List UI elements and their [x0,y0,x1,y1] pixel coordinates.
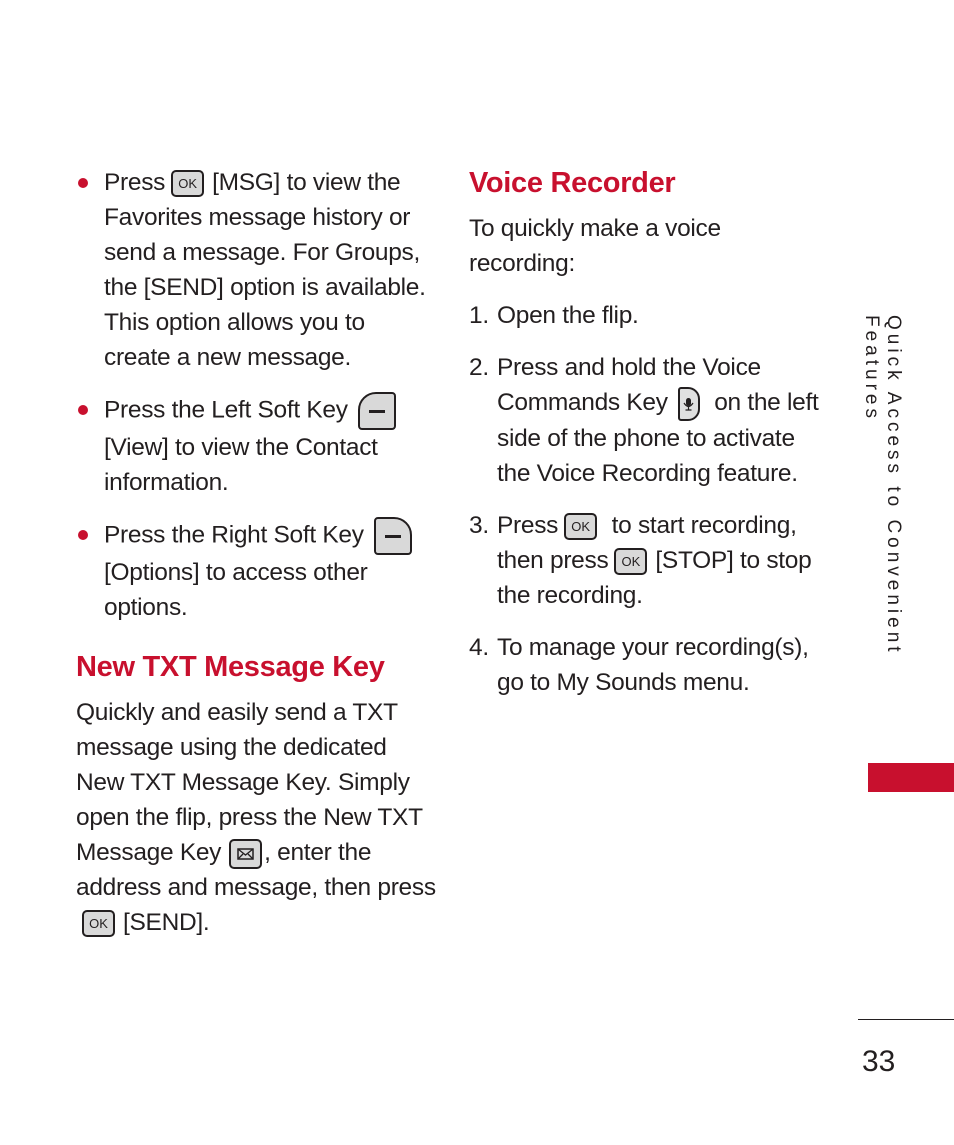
bullet-dot [78,405,88,415]
view-key-label: [View] [104,434,169,461]
bullet-dot [78,178,88,188]
paragraph-text: . [202,909,210,936]
new-txt-paragraph: Quickly and easily send a TXT message us… [76,695,436,940]
page-number: 33 [862,1045,896,1078]
section-heading-new-txt: New TXT Message Key [76,651,385,683]
step-number: 2. [469,354,489,381]
step-item-3: 3. Press OK to start recording, then pres… [469,508,829,613]
bullet-text: Press the Left Soft Key [104,396,348,424]
options-key-label: [Options] [104,559,200,586]
ok-key-icon: OK [614,547,648,575]
ok-key-icon: OK [564,512,598,540]
ok-key-icon: OK [82,910,115,938]
ok-key-icon: OK [171,170,205,198]
microphone-key-icon [677,386,700,421]
step-text: Press [497,511,559,539]
left-column: Press OK [MSG] to view the Favorites messa… [76,165,436,940]
step-text: To manage your recording(s), go to My So… [497,633,809,696]
step-item-1: 1. Open the flip. [469,298,829,333]
chapter-side-tab-label: Quick Access to Convenient Features [861,315,904,656]
step-item-2: 2. Press and hold the Voice Commands Key… [469,350,829,491]
bullet-text: Press [104,169,166,196]
bullet-item-msg: Press OK [MSG] to view the Favorites messa… [76,165,436,375]
msg-key-label: [MSG] [212,169,281,196]
bullet-dot [78,530,88,540]
step-number: 3. [469,511,489,539]
step-text: Open the flip. [497,302,639,329]
section-heading-voice-recorder: Voice Recorder [469,167,676,199]
step-item-4: 4. To manage your recording(s), go to My… [469,630,829,700]
envelope-key-icon [229,838,263,869]
right-column: Voice Recorder To quickly make a voice r… [469,165,829,717]
voice-intro: To quickly make a voice recording: [469,215,721,277]
left-soft-key-icon [357,392,396,430]
stop-key-label: [STOP] [655,546,734,574]
bullet-text: Press the Right Soft Key [104,521,364,549]
step-number: 1. [469,302,489,329]
send-key-label: [SEND] [143,274,224,301]
step-number: 4. [469,633,489,661]
page-number-rule [858,1019,954,1020]
chapter-side-tab-marker [868,763,954,792]
bullet-item-view: Press the Left Soft Key [View] to view th… [76,392,436,500]
send-key-label: [SEND] [123,909,203,936]
right-soft-key-icon [373,517,412,555]
bullet-item-options: Press the Right Soft Key [Options] to acc… [76,517,436,625]
